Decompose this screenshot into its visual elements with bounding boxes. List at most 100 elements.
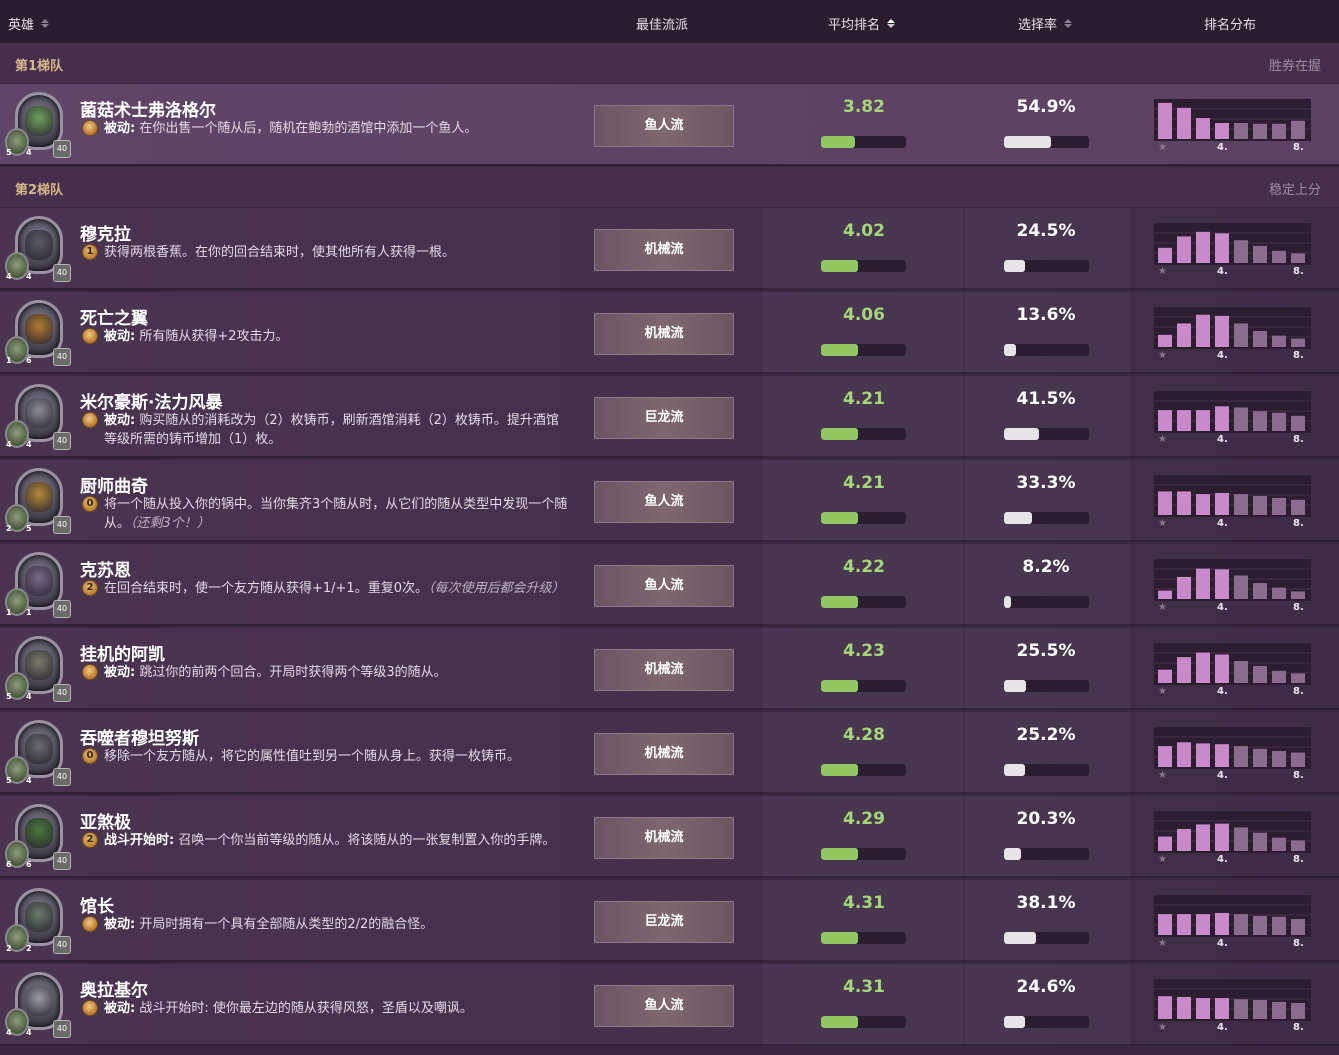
best-comp-button[interactable]: 鱼人流 (594, 105, 734, 147)
mana-cost-icon: 2 (82, 580, 98, 596)
best-comp-button[interactable]: 机械流 (594, 817, 734, 859)
hero-name[interactable]: 挂机的阿凯 (80, 640, 165, 665)
hero-row[interactable]: 40 4 4 米尔豪斯·法力风暴 被动: 购买随从的消耗改为（2）枚铸币，刷新酒馆消耗（… (0, 376, 1339, 458)
best-comp-button[interactable]: 鱼人流 (594, 985, 734, 1027)
mana-cost-icon: 0 (82, 748, 98, 764)
hero-row[interactable]: 40 4 4 奥拉基尔 被动: 战斗开始时: 使你最左边的随从获得风怒，圣盾以及嘲讽。 鱼… (0, 964, 1339, 1046)
distribution-bar (1272, 1001, 1286, 1019)
hero-portrait[interactable]: 40 5 4 (5, 718, 71, 790)
pick-rate-value: 38.1% (1016, 893, 1076, 913)
hero-name[interactable]: 馆长 (80, 892, 114, 917)
hero-power: 1 获得两根香蕉。在你的回合结束时，使其他所有人获得一根。 (80, 243, 570, 262)
dist-label-end: 8. (1293, 518, 1304, 529)
hero-portrait[interactable]: 40 5 4 (5, 634, 71, 706)
best-comp-button[interactable]: 机械流 (594, 229, 734, 271)
armor-badge: 40 (53, 264, 71, 282)
header-pick-rate-label: 选择率 (1018, 18, 1058, 33)
avg-rank-bar-fill (821, 848, 859, 860)
hero-row[interactable]: 40 4 4 穆克拉 1 获得两根香蕉。在你的回合结束时，使其他所有人获得一根。 机械流 4.… (0, 208, 1339, 290)
distribution-bar (1177, 914, 1191, 935)
hero-name[interactable]: 厨师曲奇 (80, 472, 148, 497)
pick-rate-bar (1004, 136, 1089, 148)
hero-name[interactable]: 米尔豪斯·法力风暴 (80, 388, 222, 413)
hero-name[interactable]: 亚煞极 (80, 808, 131, 833)
rank-distribution-chart[interactable]: ★ 4. 8. (1154, 559, 1311, 619)
rank-distribution-chart[interactable]: ★ 4. 8. (1154, 475, 1311, 535)
hero-name[interactable]: 克苏恩 (80, 556, 131, 581)
hero-portrait[interactable]: 40 1 6 (5, 298, 71, 370)
minion-health: 5 (26, 524, 32, 533)
sort-pick-rate-button[interactable]: 选择率 (1018, 14, 1073, 33)
hero-row[interactable]: 40 5 4 吞噬者穆坦努斯 0 移除一个友方随从，将它的属性值吐到另一个随从身上。获得一… (0, 712, 1339, 794)
sort-avg-rank-button[interactable]: 平均排名 (828, 14, 896, 33)
pick-rate-bar (1004, 764, 1089, 776)
avg-rank-bar-fill (821, 932, 859, 944)
rank-distribution-chart[interactable]: ★ 4. 8. (1154, 979, 1311, 1039)
rank-distribution-chart[interactable]: ★ 4. 8. (1154, 391, 1311, 451)
distribution-bar (1215, 654, 1229, 683)
rank-distribution-chart[interactable]: ★ 4. 8. (1154, 643, 1311, 703)
hero-row[interactable]: 40 2 2 馆长 被动: 开局时拥有一个具有全部随从类型的2/2的融合怪。 巨龙流 4.3… (0, 880, 1339, 962)
distribution-bar (1234, 123, 1248, 139)
dist-label-mid: 4. (1217, 686, 1228, 697)
distribution-bar (1177, 323, 1191, 347)
hero-portrait[interactable]: 40 5 4 (5, 90, 71, 162)
hero-face-icon (25, 734, 53, 764)
hero-portrait[interactable]: 40 6 6 (5, 802, 71, 874)
rank-distribution-chart[interactable]: ★ 4. 8. (1154, 727, 1311, 787)
distribution-bar (1158, 334, 1172, 347)
distribution-bar (1215, 406, 1229, 431)
hero-row[interactable]: 40 1 6 死亡之翼 被动: 所有随从获得+2攻击力。 机械流 4.06 13.6% ★ 4. 8… (0, 292, 1339, 374)
best-comp-button[interactable]: 机械流 (594, 313, 734, 355)
pick-rate-value: 25.5% (1016, 641, 1076, 661)
best-comp-button[interactable]: 鱼人流 (594, 481, 734, 523)
hero-face-icon (25, 398, 53, 428)
best-comp-button[interactable]: 巨龙流 (594, 901, 734, 943)
hero-row[interactable]: 40 5 4 菌菇术士弗洛格尔 被动: 在你出售一个随从后，随机在鲍勃的酒馆中添加一个鱼… (0, 84, 1339, 166)
hero-face-icon (25, 902, 53, 932)
hero-power-text: 被动: 开局时拥有一个具有全部随从类型的2/2的融合怪。 (104, 915, 433, 934)
hero-row[interactable]: 40 6 6 亚煞极 2 战斗开始时: 召唤一个你当前等级的随从。将该随从的一张复制置入你… (0, 796, 1339, 878)
rank-distribution-chart[interactable]: ★ 4. 8. (1154, 99, 1311, 159)
hero-row[interactable]: 40 2 5 厨师曲奇 0 将一个随从投入你的锅中。当你集齐3个随从时，从它们的随从类型中… (0, 460, 1339, 542)
pick-rate-bar (1004, 596, 1089, 608)
distribution-bar (1291, 120, 1305, 139)
hero-name[interactable]: 穆克拉 (80, 220, 131, 245)
power-keyword: 被动: (104, 1001, 136, 1016)
rank-distribution-chart[interactable]: ★ 4. 8. (1154, 895, 1311, 955)
hero-row[interactable]: 40 1 1 克苏恩 2 在回合结束时，使一个友方随从获得+1/+1。重复0次。（每次使用… (0, 544, 1339, 626)
hero-row[interactable]: 40 5 4 挂机的阿凯 被动: 跳过你的前两个回合。开局时获得两个等级3的随从。 机械流… (0, 628, 1339, 710)
best-comp-button[interactable]: 机械流 (594, 733, 734, 775)
best-comp-button[interactable]: 机械流 (594, 649, 734, 691)
hero-name[interactable]: 菌菇术士弗洛格尔 (80, 96, 216, 121)
pick-rate-bar-fill (1004, 848, 1022, 860)
hero-portrait[interactable]: 40 4 4 (5, 970, 71, 1042)
hero-name[interactable]: 奥拉基尔 (80, 976, 148, 1001)
top-rank-star-icon: ★ (1158, 518, 1167, 529)
hero-portrait[interactable]: 40 4 4 (5, 214, 71, 286)
hero-name[interactable]: 死亡之翼 (80, 304, 148, 329)
hero-power: 0 将一个随从投入你的锅中。当你集齐3个随从时，从它们的随从类型中发现一个随从。（… (80, 495, 570, 533)
distribution-bar (1215, 123, 1229, 139)
minion-health: 4 (26, 148, 32, 157)
sort-hero-button[interactable]: 英雄 (8, 14, 50, 33)
rank-distribution-chart[interactable]: ★ 4. 8. (1154, 811, 1311, 871)
distribution-bar (1196, 118, 1210, 139)
pick-rate-bar (1004, 1016, 1089, 1028)
distribution-svg (1154, 811, 1311, 853)
hero-name[interactable]: 吞噬者穆坦努斯 (80, 724, 199, 749)
hero-portrait[interactable]: 40 2 2 (5, 886, 71, 958)
hero-face-icon (25, 106, 53, 136)
hero-portrait[interactable]: 40 1 1 (5, 550, 71, 622)
hero-portrait[interactable]: 40 2 5 (5, 466, 71, 538)
rank-distribution-chart[interactable]: ★ 4. 8. (1154, 307, 1311, 367)
hero-portrait[interactable]: 40 4 4 (5, 382, 71, 454)
top-rank-star-icon: ★ (1158, 602, 1167, 613)
best-comp-button[interactable]: 鱼人流 (594, 565, 734, 607)
tier-description: 稳定上分 (1268, 183, 1321, 198)
rank-distribution-chart[interactable]: ★ 4. 8. (1154, 223, 1311, 283)
dist-label-mid: 4. (1217, 142, 1228, 153)
best-comp-button[interactable]: 巨龙流 (594, 397, 734, 439)
distribution-bar (1234, 914, 1248, 935)
dist-label-mid: 4. (1217, 350, 1228, 361)
